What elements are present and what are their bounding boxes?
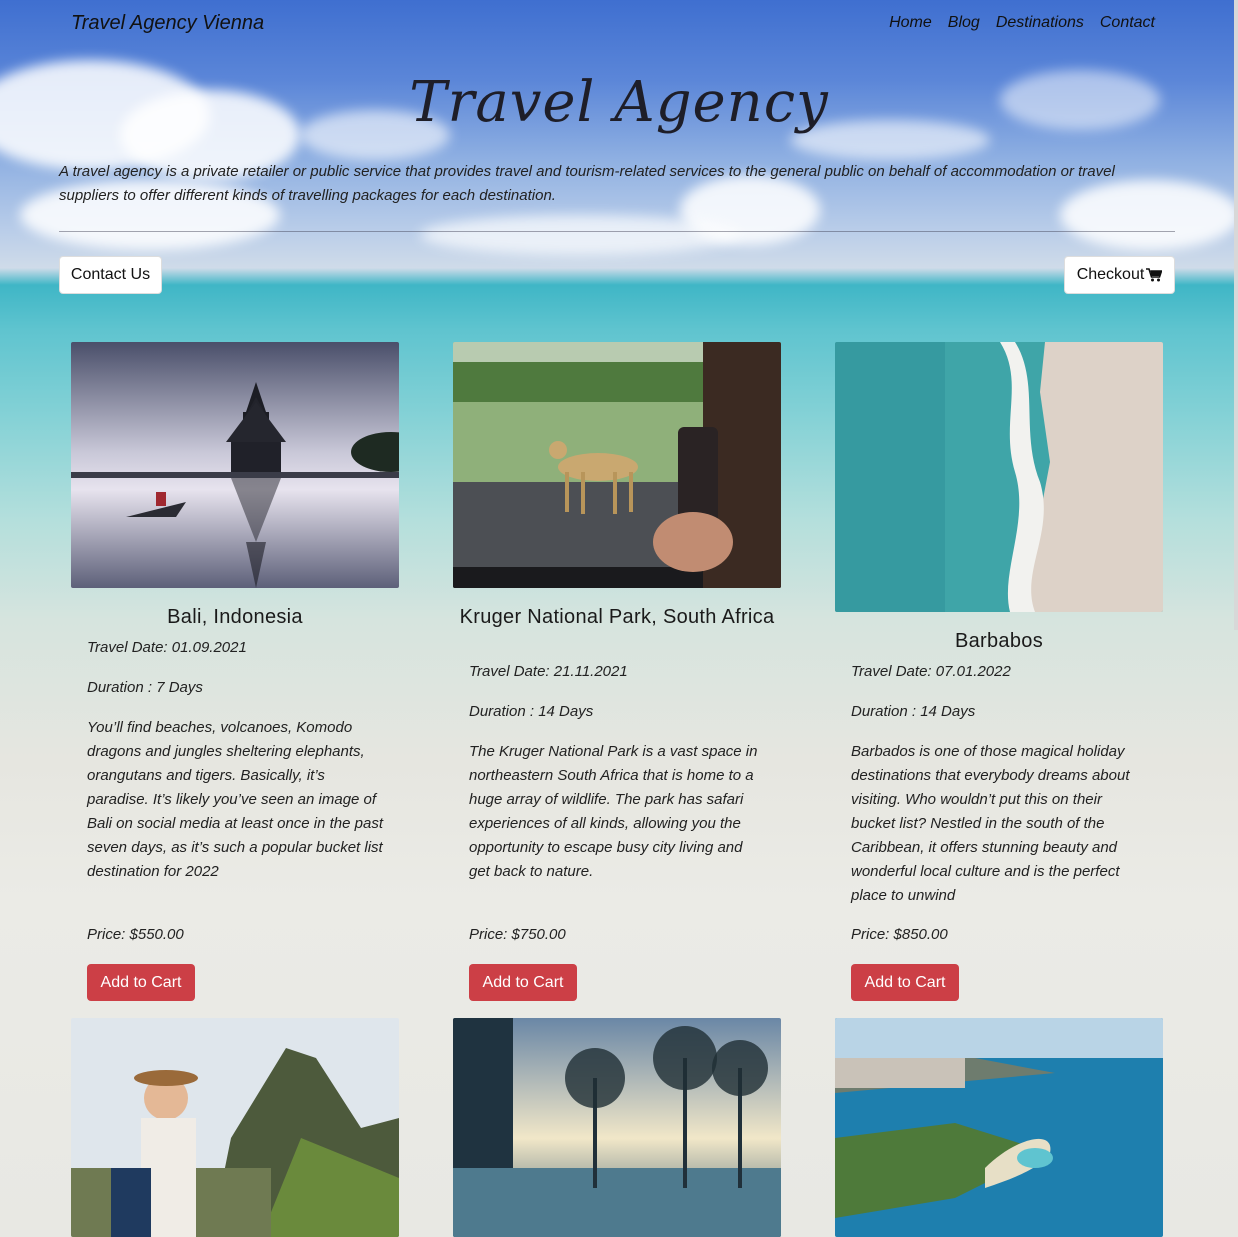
price: Price: $750.00 — [469, 926, 566, 943]
card-title: Barbabos — [954, 630, 1043, 652]
add-to-cart-button[interactable]: Add to Cart — [851, 964, 959, 1001]
card-description: Barbados is one of those magical holiday… — [851, 743, 1130, 904]
card-description: You’ll find beaches, volcanoes, Komodo d… — [87, 719, 384, 880]
nav-link-blog[interactable]: Blog — [948, 14, 980, 32]
cheetah-safari-photo — [453, 342, 781, 588]
travel-date: Travel Date: 21.11.2021 — [469, 663, 628, 680]
hero-text: A travel agency is a private retailer or… — [59, 163, 1115, 204]
add-to-cart-button[interactable]: Add to Cart — [87, 964, 195, 1001]
navbar: Travel Agency Vienna Home Blog Destinati… — [0, 0, 1238, 48]
checkout-button[interactable]: Checkout — [1064, 256, 1175, 294]
add-to-cart-button[interactable]: Add to Cart — [469, 964, 577, 1001]
contact-us-label: Contact Us — [70, 266, 151, 283]
divider — [59, 231, 1175, 232]
nav-link-home[interactable]: Home — [889, 14, 932, 32]
nav-link-destinations[interactable]: Destinations — [996, 14, 1084, 32]
contact-us-button[interactable]: Contact Us — [59, 256, 162, 294]
hero-title: Travel Agency — [409, 70, 829, 135]
card-title: Bali, Indonesia — [167, 606, 303, 628]
palm-pool-sunset-photo — [453, 1018, 781, 1237]
checkout-label: Checkout — [1076, 266, 1145, 283]
nav-links: Home Blog Destinations Contact — [889, 14, 1155, 32]
card-title: Kruger National Park, South Africa — [459, 606, 775, 628]
duration: Duration : 14 Days — [851, 703, 976, 720]
price: Price: $550.00 — [87, 926, 184, 943]
bali-temple-photo — [71, 342, 399, 588]
card-description: The Kruger National Park is a vast space… — [469, 743, 758, 880]
nav-link-contact[interactable]: Contact — [1100, 14, 1155, 32]
duration: Duration : 7 Days — [87, 679, 203, 696]
aerial-beach-photo — [835, 342, 1163, 612]
honolulu-coast-photo — [835, 1018, 1163, 1237]
brand-link[interactable]: Travel Agency Vienna — [71, 12, 264, 35]
travel-date: Travel Date: 01.09.2021 — [87, 639, 247, 656]
duration: Duration : 14 Days — [469, 703, 594, 720]
price: Price: $850.00 — [851, 926, 948, 943]
travel-date: Travel Date: 07.01.2022 — [851, 663, 1011, 680]
machu-picchu-photo — [71, 1018, 399, 1237]
shopping-cart-icon — [1146, 268, 1163, 282]
